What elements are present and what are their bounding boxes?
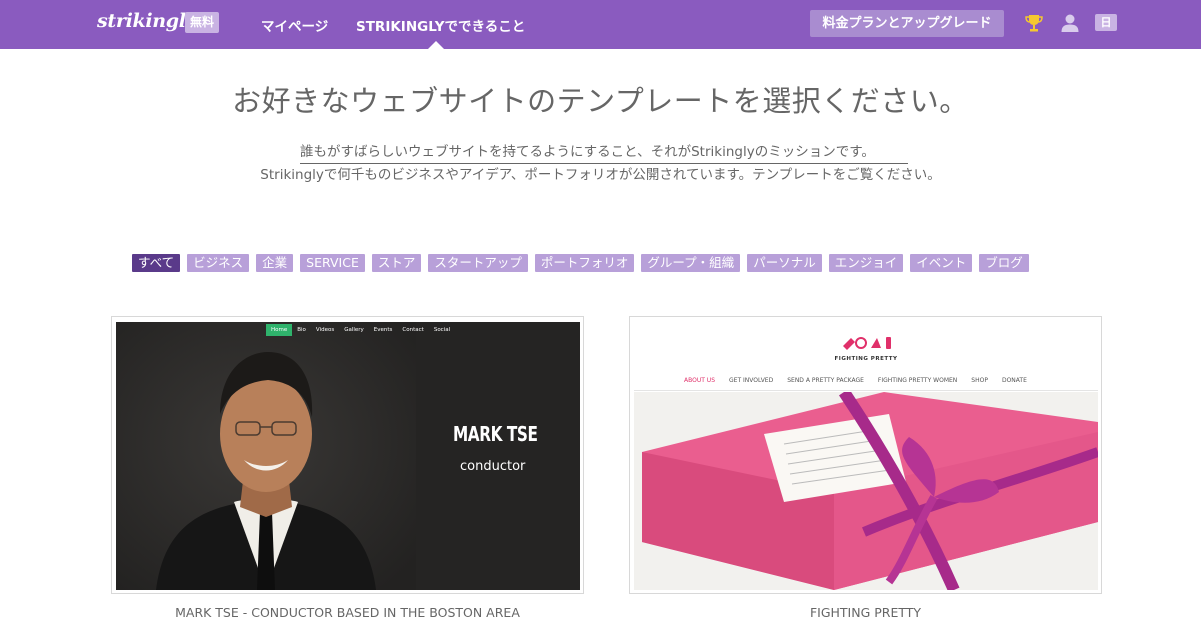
trophy-icon[interactable] xyxy=(1022,11,1046,35)
preview-nav-women: FIGHTING PRETTY WOMEN xyxy=(877,377,958,384)
page-title: お好きなウェブサイトのテンプレートを選択ください。 xyxy=(232,84,969,118)
filter-startup[interactable]: スタートアップ xyxy=(428,254,528,272)
strikingly-logo[interactable]: strikingly xyxy=(97,10,197,32)
template-card-mark-tse[interactable]: Home Bio Videos Gallery Events Contact S… xyxy=(111,316,584,594)
preview-hero-role: conductor xyxy=(460,459,526,474)
filter-personal[interactable]: パーソナル xyxy=(747,254,822,272)
preview-nav-home: Home xyxy=(266,324,293,336)
preview-nav-contact: Contact xyxy=(402,327,424,333)
filter-all[interactable]: すべて xyxy=(132,254,181,272)
portrait-image xyxy=(116,322,416,590)
filter-blog[interactable]: ブログ xyxy=(979,254,1029,272)
nav-my-page[interactable]: マイページ xyxy=(261,15,328,35)
pink-gift-box-image xyxy=(634,392,1098,590)
top-navigation-bar: strikingly 無料 マイページ STRIKINGLYでできること 料金プ… xyxy=(0,0,1201,49)
intro-description: Strikinglyで何千ものビジネスやアイデア、ポートフォリオが公開されていま… xyxy=(260,167,941,183)
filter-company[interactable]: 企業 xyxy=(256,254,294,272)
nav-features[interactable]: STRIKINGLYでできること xyxy=(356,15,525,35)
preview-nav-donate: DONATE xyxy=(1001,377,1027,384)
language-switcher[interactable]: 日 xyxy=(1095,14,1117,31)
preview-nav-gallery: Gallery xyxy=(344,327,364,333)
plan-badge: 無料 xyxy=(185,12,220,33)
preview-divider xyxy=(634,390,1098,391)
template-caption-fighting-pretty[interactable]: FIGHTING PRETTY xyxy=(629,605,1102,620)
preview-site-navigation: ABOUT US GET INVOLVED SEND A PRETTY PACK… xyxy=(684,377,1027,384)
fighting-pretty-logo-icon xyxy=(843,337,891,350)
preview-nav-get-involved: GET INVOLVED xyxy=(729,377,774,384)
upgrade-button[interactable]: 料金プランとアップグレード xyxy=(810,10,1004,37)
category-filter-bar: すべて ビジネス 企業 SERVICE ストア スタートアップ ポートフォリオ … xyxy=(132,254,1029,272)
preview-site-navigation: Home Bio Videos Gallery Events Contact S… xyxy=(266,324,455,336)
filter-store[interactable]: ストア xyxy=(371,254,422,272)
preview-nav-send-package: SEND A PRETTY PACKAGE xyxy=(787,377,864,384)
preview-nav-shop: SHOP xyxy=(971,377,988,384)
preview-nav-videos: Videos xyxy=(315,327,335,333)
filter-business[interactable]: ビジネス xyxy=(187,254,250,272)
filter-event[interactable]: イベント xyxy=(910,254,973,272)
filter-service[interactable]: SERVICE xyxy=(300,254,365,272)
preview-nav-events: Events xyxy=(373,327,393,333)
preview-nav-social: Social xyxy=(433,327,451,333)
preview-hero-name: MARK TSE xyxy=(453,422,538,446)
filter-group-organization[interactable]: グループ・組織 xyxy=(641,254,741,272)
template-card-fighting-pretty[interactable]: FIGHTING PRETTY ABOUT US GET INVOLVED SE… xyxy=(629,316,1102,594)
user-icon[interactable] xyxy=(1058,11,1082,35)
active-nav-caret-icon xyxy=(428,41,444,49)
mission-statement: 誰もがすばらしいウェブサイトを持てるようにすること、それがStrikinglyの… xyxy=(300,140,908,164)
template-preview-mark-tse: Home Bio Videos Gallery Events Contact S… xyxy=(116,322,580,590)
template-preview-fighting-pretty: FIGHTING PRETTY ABOUT US GET INVOLVED SE… xyxy=(634,322,1098,590)
preview-nav-bio: Bio xyxy=(297,327,306,333)
filter-portfolio[interactable]: ポートフォリオ xyxy=(534,254,635,272)
filter-enjoy[interactable]: エンジョイ xyxy=(828,254,904,272)
template-caption-mark-tse[interactable]: MARK TSE - CONDUCTOR BASED IN THE BOSTON… xyxy=(111,605,584,620)
preview-nav-about: ABOUT US xyxy=(684,377,716,384)
preview-brand-name: FIGHTING PRETTY xyxy=(834,356,898,362)
